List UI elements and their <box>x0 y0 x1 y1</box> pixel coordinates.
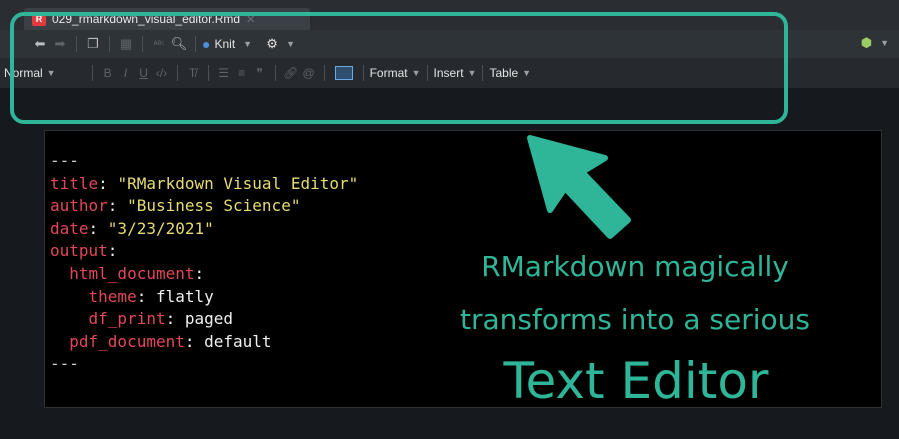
yaml-dfprint-value: paged <box>184 309 234 329</box>
yaml-theme-key: theme <box>88 286 137 306</box>
yaml-author-value: "Business Science" <box>127 196 301 216</box>
yaml-date-value: "3/23/2021" <box>107 218 214 238</box>
annotation-line-1: RMarkdown magically <box>481 250 789 283</box>
toolbar-highlight-box <box>10 12 788 124</box>
yaml-date-key: date <box>50 218 89 238</box>
chevron-down-icon: ▼ <box>880 38 889 48</box>
yaml-dfprint-key: df_print <box>88 309 166 329</box>
yaml-output-key: output <box>50 241 108 261</box>
yaml-close-dashes: --- <box>50 354 79 374</box>
yaml-author-key: author <box>50 196 108 216</box>
yaml-header: --- title: "RMarkdown Visual Editor" aut… <box>50 151 359 374</box>
pointer-arrow-icon <box>527 135 631 239</box>
yaml-title-value: "RMarkdown Visual Editor" <box>117 173 359 193</box>
yaml-pdf-value: default <box>204 331 272 351</box>
yaml-open-dashes: --- <box>50 151 79 170</box>
annotation-line-2: transforms into a serious <box>460 303 810 336</box>
annotation-line-3: Text Editor <box>503 352 769 410</box>
yaml-title-key: title <box>50 173 99 193</box>
run-chunk-button[interactable]: ⬢ ▼ <box>861 35 889 51</box>
yaml-html-key: html_document <box>69 263 195 283</box>
yaml-pdf-key: pdf_document <box>69 331 185 351</box>
yaml-theme-value: flatly <box>155 286 214 306</box>
insert-chunk-icon: ⬢ <box>860 35 873 50</box>
